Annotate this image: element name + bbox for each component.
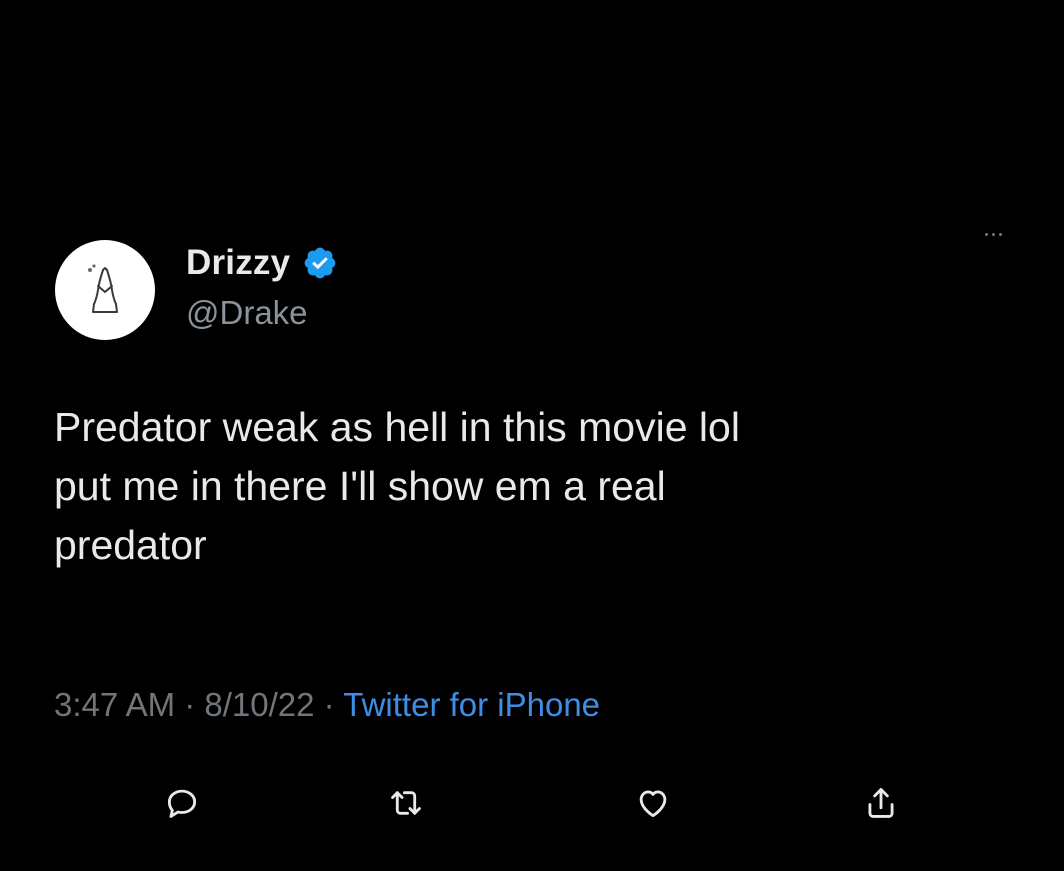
more-options-dot [998, 232, 1002, 236]
reply-icon [167, 789, 197, 818]
tweet-actions [0, 778, 1064, 828]
more-options-dot [991, 232, 995, 236]
share-icon [868, 788, 894, 818]
retweet-icon [391, 791, 421, 815]
tweet-text: Predator weak as hell in this movie lol … [54, 398, 1014, 575]
verified-badge-icon [304, 247, 336, 279]
tweet: Drizzy @Drake Predator weak as hell in t… [0, 0, 1064, 871]
user-handle[interactable]: @Drake [186, 294, 308, 332]
tweet-source-link[interactable]: Twitter for iPhone [343, 686, 600, 723]
author-name-row[interactable]: Drizzy [186, 238, 338, 288]
tweet-time[interactable]: 3:47 AM [54, 686, 175, 723]
praying-hands-icon [88, 264, 118, 313]
more-options-button[interactable] [968, 222, 1018, 246]
tweet-date[interactable]: 8/10/22 [204, 686, 314, 723]
reply-button[interactable] [157, 778, 207, 828]
heart-icon [639, 790, 667, 818]
more-options-dot [984, 232, 988, 236]
tweet-text-line: predator [54, 522, 207, 568]
display-name[interactable]: Drizzy [186, 243, 290, 283]
like-button[interactable] [628, 778, 678, 828]
tweet-text-line: put me in there I'll show em a real [54, 463, 666, 509]
meta-separator: · [314, 686, 344, 723]
share-button[interactable] [856, 778, 906, 828]
retweet-button[interactable] [381, 778, 431, 828]
tweet-text-line: Predator weak as hell in this movie lol [54, 404, 740, 450]
tweet-meta: 3:47 AM · 8/10/22 · Twitter for iPhone [54, 686, 600, 724]
avatar[interactable] [55, 240, 155, 340]
meta-separator: · [175, 686, 205, 723]
